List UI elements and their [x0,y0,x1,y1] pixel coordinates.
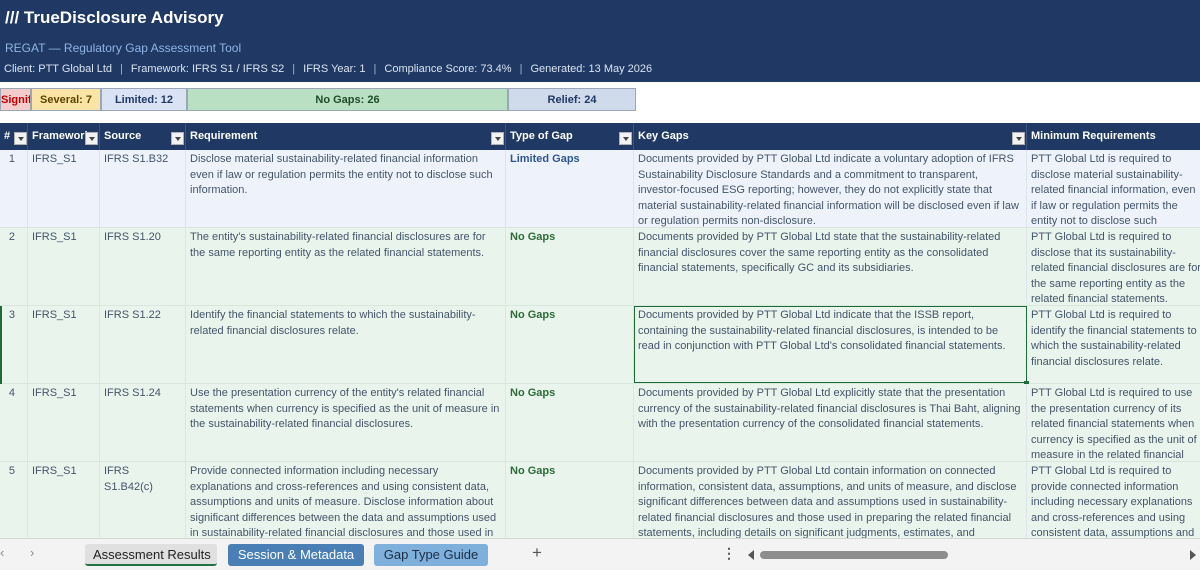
cell-requirement[interactable]: Disclose material sustainability-related… [186,150,506,227]
col-header-number[interactable]: # [0,123,28,150]
summary-relief[interactable]: Relief: 24 [508,88,636,111]
cell-minimum-requirements[interactable]: PTT Global Ltd is required to disclose m… [1027,150,1200,227]
tab-session-metadata[interactable]: Session & Metadata [228,544,364,566]
cell-framework[interactable]: IFRS_S1 [28,150,100,227]
cell-framework[interactable]: IFRS_S1 [28,306,100,383]
cell-key-gaps[interactable]: Documents provided by PTT Global Ltd con… [634,462,1027,538]
cell-key-gaps-selected[interactable]: Documents provided by PTT Global Ltd ind… [634,306,1029,386]
table-row[interactable]: 1 IFRS_S1 IFRS S1.B32 Disclose material … [0,150,1200,228]
cell-type-of-gap[interactable]: No Gaps [506,228,634,305]
filter-dropdown-icon[interactable] [85,132,98,145]
more-options-icon[interactable]: ⋮ [722,545,736,562]
cell-source[interactable]: IFRS S1.20 [100,228,186,305]
scroll-left-icon[interactable] [748,550,754,560]
table-body: 1 IFRS_S1 IFRS S1.B32 Disclose material … [0,150,1200,538]
meta-year: IFRS Year: 1 [303,63,366,75]
cell-source[interactable]: IFRS S1.24 [100,384,186,461]
filter-dropdown-icon[interactable] [14,132,27,145]
add-sheet-icon[interactable]: + [532,543,542,563]
filter-dropdown-icon[interactable] [619,132,632,145]
summary-no-gaps[interactable]: No Gaps: 26 [187,88,508,111]
filter-dropdown-icon[interactable] [491,132,504,145]
cell-framework[interactable]: IFRS_S1 [28,228,100,305]
cell-source[interactable]: IFRS S1.B42(c) [100,462,186,538]
meta-compliance-score: Compliance Score: 73.4% [384,63,512,75]
meta-separator: | [120,63,123,75]
meta-client: Client: PTT Global Ltd [4,63,113,75]
row-selection-marker [0,306,2,384]
cell-number[interactable]: 1 [0,150,28,227]
meta-framework: Framework: IFRS S1 / IFRS S2 [130,63,285,75]
cell-type-of-gap[interactable]: No Gaps [506,306,634,383]
cell-requirement[interactable]: Provide connected information including … [186,462,506,538]
summary-significant[interactable]: Significant: 3 [0,88,31,111]
cell-key-gaps[interactable]: Documents provided by PTT Global Ltd ind… [634,150,1027,227]
table-row[interactable]: 4 IFRS_S1 IFRS S1.24 Use the presentatio… [0,384,1200,462]
meta-separator: | [373,63,377,75]
filter-dropdown-icon[interactable] [1012,132,1025,145]
cell-key-gaps-text: Documents provided by PTT Global Ltd ind… [638,309,1006,353]
summary-several[interactable]: Several: 7 [31,88,101,111]
next-sheet-icon[interactable]: › [30,545,34,560]
col-header-source[interactable]: Source [100,123,186,150]
cell-number[interactable]: 5 [0,462,28,538]
report-header: /// TrueDisclosure Advisory REGAT — Regu… [0,0,1200,82]
cell-framework[interactable]: IFRS_S1 [28,384,100,461]
scrollbar-thumb[interactable] [760,551,948,559]
col-header-key-gaps[interactable]: Key Gaps [634,123,1027,150]
cell-number[interactable]: 3 [0,306,28,383]
tab-gap-type-guide[interactable]: Gap Type Guide [374,544,488,566]
table-row[interactable]: 5 IFRS_S1 IFRS S1.B42(c) Provide connect… [0,462,1200,538]
meta-generated: Generated: 13 May 2026 [530,63,653,75]
col-header-type-of-gap[interactable]: Type of Gap [506,123,634,150]
col-header-minimum-requirements[interactable]: Minimum Requirements [1027,123,1200,150]
report-meta: Client: PTT Global Ltd | Framework: IFRS S… [4,63,652,75]
cell-type-of-gap[interactable]: No Gaps [506,462,634,538]
tab-assessment-results[interactable]: Assessment Results [85,544,217,566]
table-header: # Framework Source Requirement Type of G… [0,123,1200,150]
cell-source[interactable]: IFRS S1.B32 [100,150,186,227]
sheet-tab-bar: ‹ › Assessment Results Session & Metadat… [0,538,1200,570]
cell-type-of-gap[interactable]: Limited Gaps [506,150,634,227]
cell-key-gaps[interactable]: Documents provided by PTT Global Ltd exp… [634,384,1027,461]
cell-requirement[interactable]: Identify the financial statements to whi… [186,306,506,383]
app-subtitle: REGAT — Regulatory Gap Assessment Tool [5,41,242,55]
filter-dropdown-icon[interactable] [171,132,184,145]
cell-key-gaps[interactable]: Documents provided by PTT Global Ltd sta… [634,228,1027,305]
table-row[interactable]: 2 IFRS_S1 IFRS S1.20 The entity's sustai… [0,228,1200,306]
meta-separator: | [292,63,296,75]
cell-requirement[interactable]: The entity's sustainability-related fina… [186,228,506,305]
col-header-framework[interactable]: Framework [28,123,100,150]
cell-number[interactable]: 2 [0,228,28,305]
scroll-right-icon[interactable] [1190,550,1196,560]
cell-source[interactable]: IFRS S1.22 [100,306,186,383]
cell-framework[interactable]: IFRS_S1 [28,462,100,538]
app-title: /// TrueDisclosure Advisory [5,8,224,27]
cell-number[interactable]: 4 [0,384,28,461]
cell-minimum-requirements[interactable]: PTT Global Ltd is required to disclose t… [1027,228,1200,305]
cell-type-of-gap[interactable]: No Gaps [506,384,634,461]
cell-minimum-requirements[interactable]: PTT Global Ltd is required to use the pr… [1027,384,1200,461]
table-row[interactable]: 3 IFRS_S1 IFRS S1.22 Identify the financ… [0,306,1200,386]
cell-minimum-requirements[interactable]: PTT Global Ltd is required to identify t… [1027,306,1200,383]
summary-limited[interactable]: Limited: 12 [101,88,187,111]
cell-requirement[interactable]: Use the presentation currency of the ent… [186,384,506,461]
col-header-requirement[interactable]: Requirement [186,123,506,150]
prev-sheet-icon[interactable]: ‹ [0,545,4,560]
meta-separator: | [519,63,523,75]
cell-minimum-requirements[interactable]: PTT Global Ltd is required to provide co… [1027,462,1200,538]
horizontal-scrollbar[interactable] [748,549,1200,561]
